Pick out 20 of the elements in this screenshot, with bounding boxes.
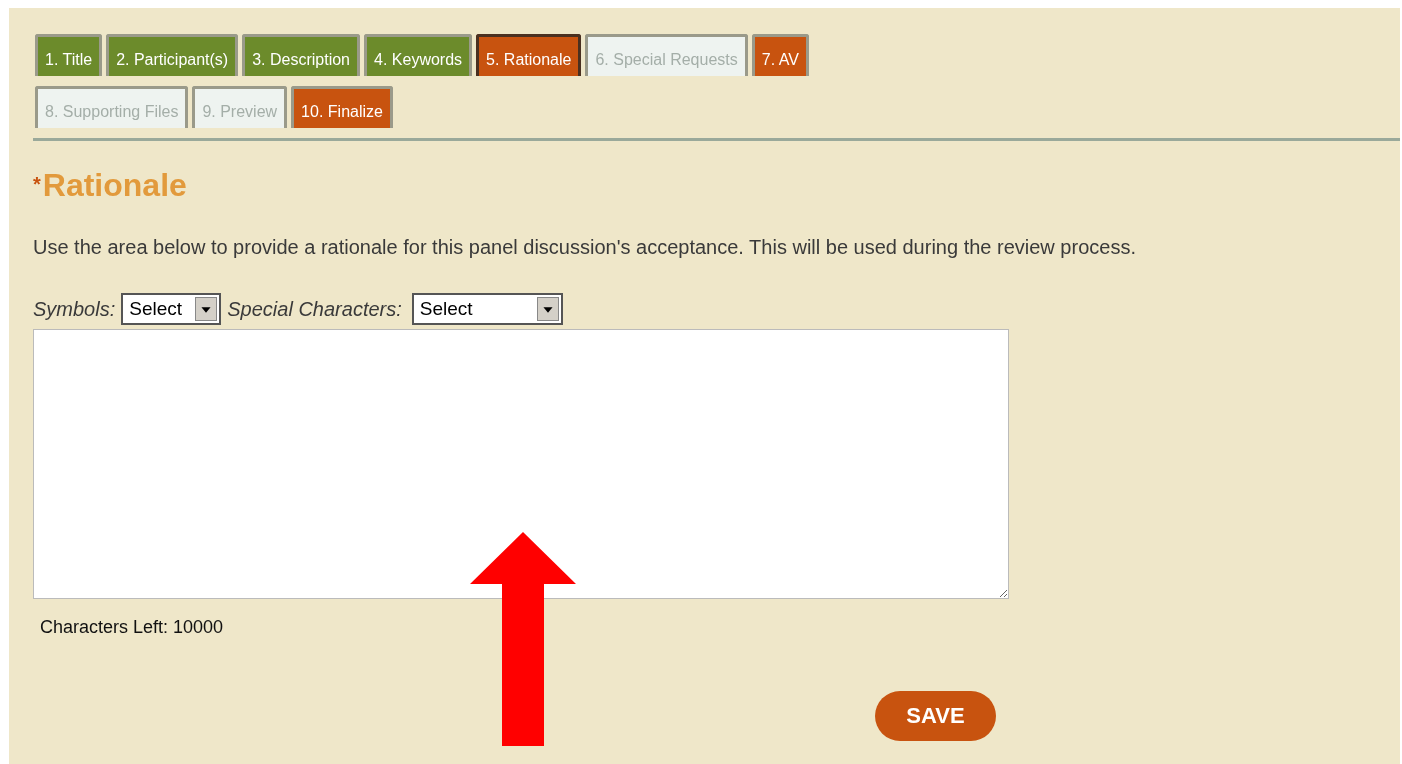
section-title: Rationale	[42, 167, 187, 204]
step-tab[interactable]: 10. Finalize	[291, 86, 393, 128]
step-tab[interactable]: 1. Title	[35, 34, 103, 76]
save-button[interactable]: SAVE	[875, 691, 996, 741]
step-tab[interactable]: 3. Description	[242, 34, 360, 76]
special-characters-label: Special Characters:	[227, 297, 402, 321]
step-tab[interactable]: 4. Keywords	[364, 34, 473, 76]
step-tab[interactable]: 9. Preview	[192, 86, 288, 128]
step-tab[interactable]: 6. Special Requests	[585, 34, 748, 76]
instructions: Use the area below to provide a rationale for this panel discussion's acceptance. This will be used during the review process.	[33, 236, 1137, 259]
step-tab[interactable]: 2. Participant(s)	[106, 34, 239, 76]
symbols-label: Symbols:	[33, 297, 116, 321]
required-mark: *	[33, 173, 41, 196]
symbols-dropdown[interactable]: Select	[121, 293, 222, 325]
up-arrow-icon	[470, 532, 576, 746]
step-tab[interactable]: 8. Supporting Files	[35, 86, 189, 128]
step-tab[interactable]: 5. Rationale	[476, 34, 582, 76]
special-characters-dropdown[interactable]: Select	[411, 293, 563, 325]
step-tab[interactable]: 7. AV	[751, 34, 809, 76]
characters-left: Characters Left: 10000	[40, 617, 225, 638]
